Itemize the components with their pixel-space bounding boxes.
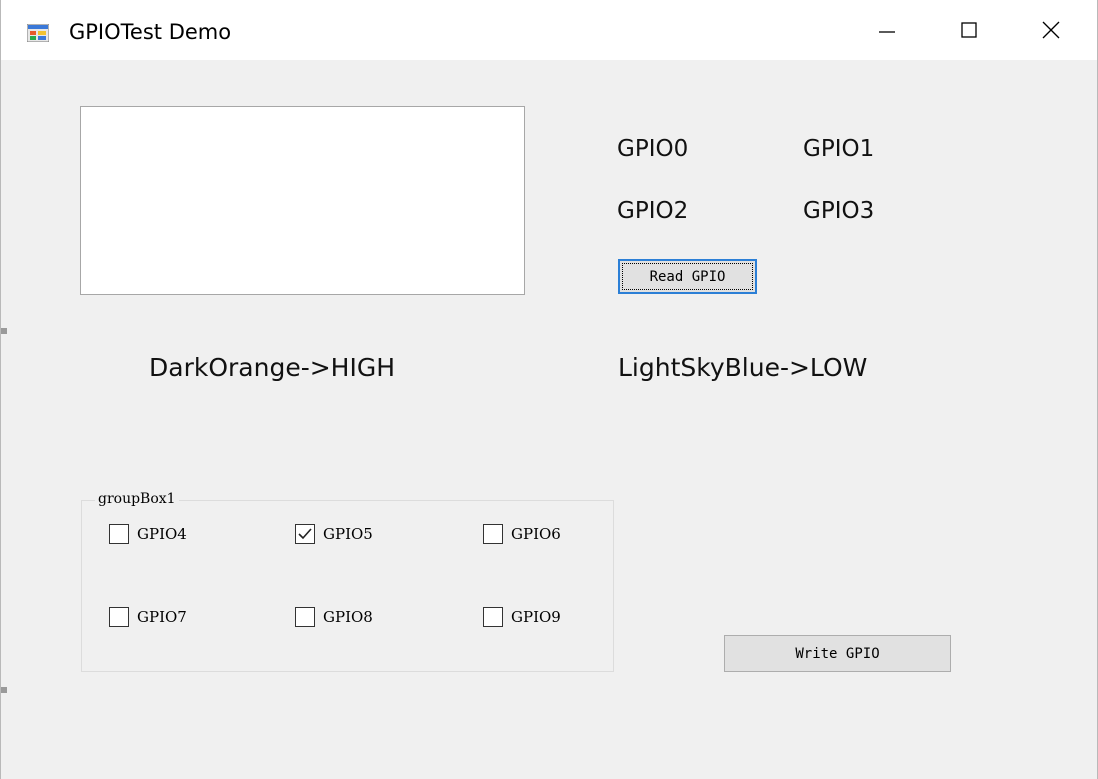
client-area: GPIO0 GPIO1 GPIO2 GPIO3 Read GPIO DarkOr… xyxy=(1,60,1097,779)
legend-low-label: LightSkyBlue->LOW xyxy=(618,353,868,382)
title-bar[interactable]: GPIOTest Demo xyxy=(1,0,1097,60)
checkbox-gpio9[interactable]: GPIO9 xyxy=(483,607,561,627)
gpio1-label: GPIO1 xyxy=(803,136,875,162)
groupbox-title: groupBox1 xyxy=(95,491,179,507)
app-window: GPIOTest Demo GPIO0 GPIO1 GPIO2 GPIO3 Re… xyxy=(0,0,1098,779)
checkbox-box[interactable] xyxy=(109,607,129,627)
gpio2-label: GPIO2 xyxy=(617,198,689,224)
close-button[interactable] xyxy=(1011,0,1091,60)
write-gpio-button[interactable]: Write GPIO xyxy=(724,635,951,672)
checkbox-box[interactable] xyxy=(109,524,129,544)
checkbox-label: GPIO4 xyxy=(137,525,187,543)
checkbox-gpio7[interactable]: GPIO7 xyxy=(109,607,187,627)
checkbox-label: GPIO7 xyxy=(137,608,187,626)
windows-app-icon xyxy=(27,24,49,42)
checkbox-box[interactable] xyxy=(483,607,503,627)
close-icon xyxy=(1042,21,1060,39)
checkmark-icon xyxy=(298,528,312,540)
checkbox-label: GPIO9 xyxy=(511,608,561,626)
window-title: GPIOTest Demo xyxy=(69,20,232,44)
checkbox-label: GPIO8 xyxy=(323,608,373,626)
checkbox-label: GPIO6 xyxy=(511,525,561,543)
maximize-icon xyxy=(961,22,977,38)
checkbox-gpio6[interactable]: GPIO6 xyxy=(483,524,561,544)
checkbox-box[interactable] xyxy=(295,524,315,544)
maximize-button[interactable] xyxy=(929,0,1009,60)
read-gpio-button[interactable]: Read GPIO xyxy=(618,259,757,294)
checkbox-gpio8[interactable]: GPIO8 xyxy=(295,607,373,627)
minimize-icon xyxy=(879,31,895,33)
gpio0-label: GPIO0 xyxy=(617,136,689,162)
legend-high-label: DarkOrange->HIGH xyxy=(149,353,396,382)
gpio3-label: GPIO3 xyxy=(803,198,875,224)
checkbox-label: GPIO5 xyxy=(323,525,373,543)
output-textbox[interactable] xyxy=(80,106,525,295)
checkbox-box[interactable] xyxy=(483,524,503,544)
checkbox-gpio5[interactable]: GPIO5 xyxy=(295,524,373,544)
checkbox-gpio4[interactable]: GPIO4 xyxy=(109,524,187,544)
resize-edge-marker xyxy=(1,687,7,693)
checkbox-box[interactable] xyxy=(295,607,315,627)
resize-edge-marker xyxy=(1,328,7,334)
minimize-button[interactable] xyxy=(847,0,927,60)
